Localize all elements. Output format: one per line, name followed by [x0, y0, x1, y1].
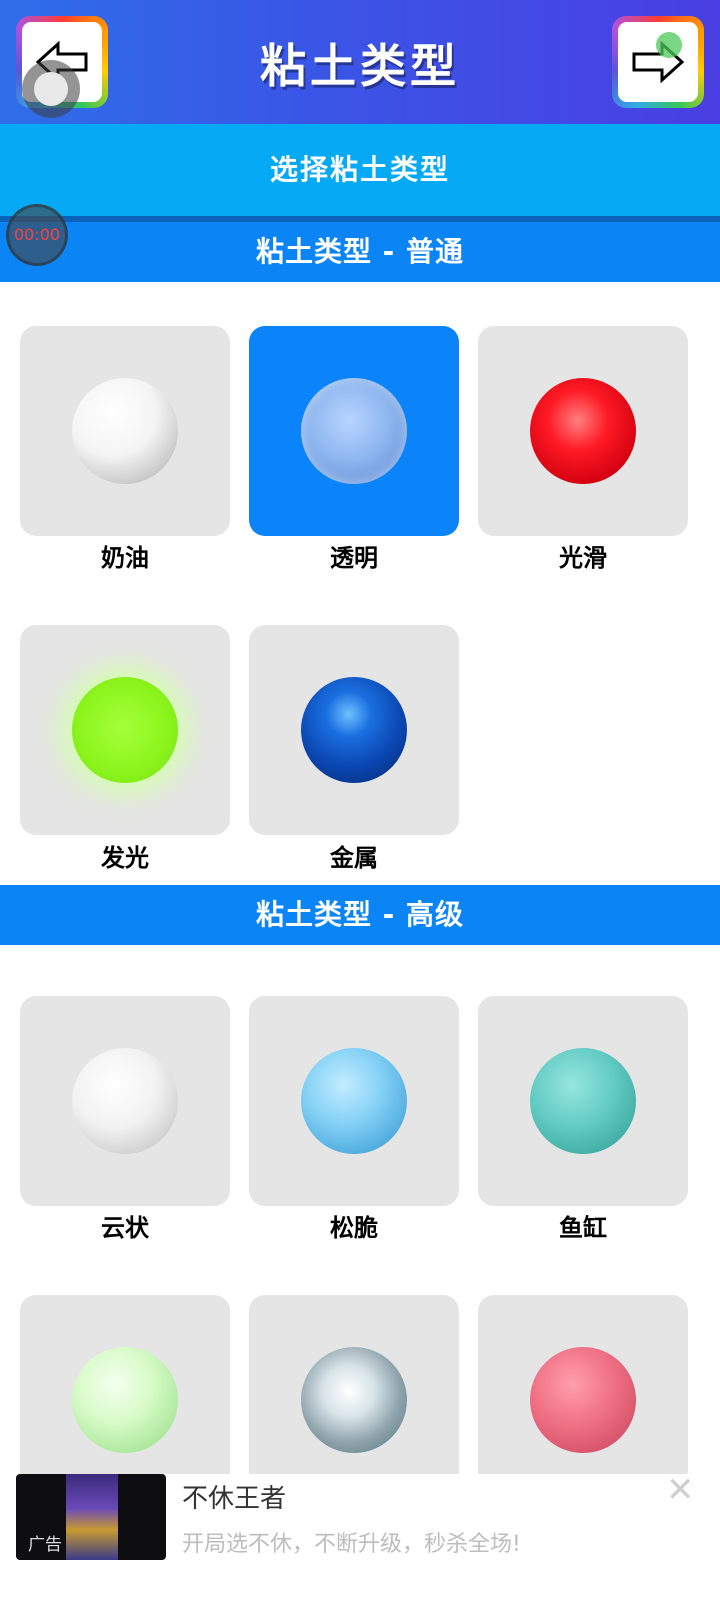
ad-badge: 广告 [28, 1535, 62, 1555]
clay-ball-hologram [301, 1347, 407, 1453]
clay-ball-glow [72, 677, 178, 783]
next-button[interactable] [612, 16, 704, 108]
status-indicator-dot [656, 32, 682, 58]
clay-label: 云状 [101, 1214, 149, 1242]
ad-description: 开局选不休，不断升级，秒杀全场! [182, 1532, 521, 1557]
clay-ball-fishbowl [530, 1048, 636, 1154]
clay-card-crispy[interactable] [249, 996, 459, 1206]
clay-label: 光滑 [559, 544, 607, 572]
close-icon[interactable]: ✕ [666, 1470, 695, 1510]
ad-thumbnail: 广告 [16, 1474, 166, 1560]
subheader-title: 选择粘土类型 [0, 124, 720, 216]
clay-ball-transparent [301, 378, 407, 484]
clay-ball-cloud [72, 1048, 178, 1154]
clay-label: 透明 [330, 544, 378, 572]
clay-label: 发光 [101, 844, 149, 872]
clay-card-smooth[interactable] [478, 326, 688, 536]
clay-ball-cream [72, 378, 178, 484]
ad-banner[interactable]: 广告 不休王者 开局选不休，不断升级，秒杀全场! ✕ [16, 1470, 706, 1600]
clay-card-cream[interactable] [20, 326, 230, 536]
recording-timer[interactable]: 00:00 [6, 204, 68, 266]
clay-card-metal[interactable] [249, 625, 459, 835]
clay-ball-mint [72, 1347, 178, 1453]
clay-card-cloud[interactable] [20, 996, 230, 1206]
clay-ball-crispy [301, 1048, 407, 1154]
header-bar: 粘土类型 [0, 0, 720, 124]
clay-label: 金属 [330, 844, 378, 872]
clay-ball-metal [301, 677, 407, 783]
clay-card-glow[interactable] [20, 625, 230, 835]
ad-title: 不休王者 [182, 1484, 287, 1514]
clay-card-fishbowl[interactable] [478, 996, 688, 1206]
floating-assist-button[interactable] [22, 60, 80, 118]
section-title-advanced: 粘土类型 - 高级 [0, 885, 720, 945]
section-title-normal: 粘土类型 - 普通 [0, 222, 720, 282]
ad-thumbnail-art [66, 1474, 118, 1560]
clay-label: 奶油 [101, 544, 149, 572]
clay-ball-jelly [530, 1347, 636, 1453]
clay-label: 鱼缸 [559, 1214, 607, 1242]
clay-ball-smooth [530, 378, 636, 484]
clay-card-transparent[interactable] [249, 326, 459, 536]
floating-assist-core [34, 72, 68, 106]
clay-label: 松脆 [330, 1214, 378, 1242]
